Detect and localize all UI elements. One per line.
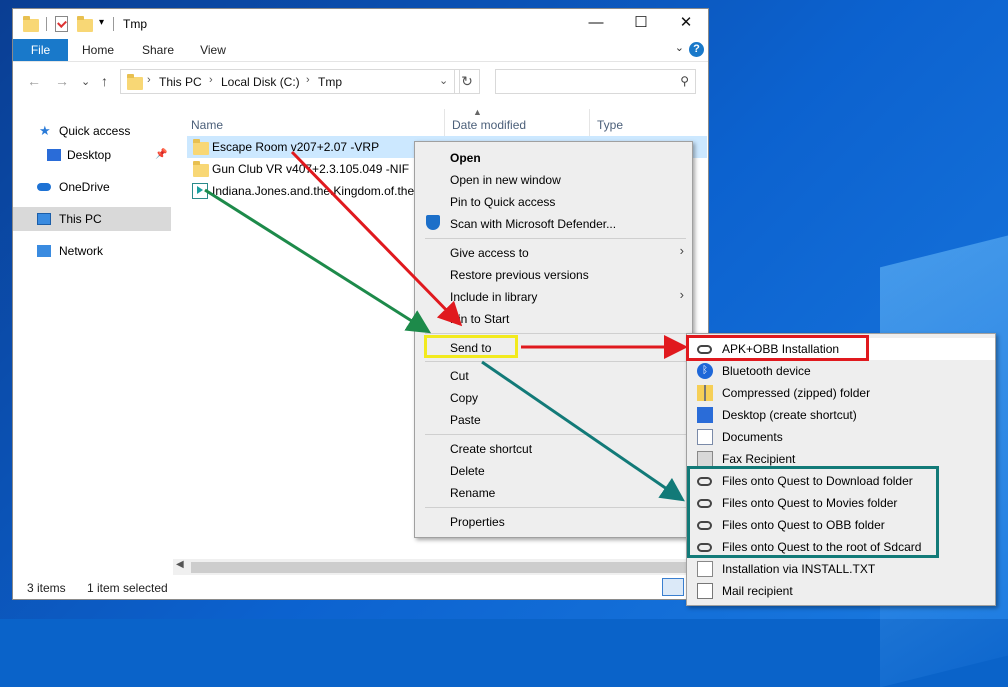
menu-pin-start[interactable]: Pin to Start — [450, 312, 509, 326]
column-name[interactable]: Name — [191, 118, 223, 132]
sendto-mail[interactable]: Mail recipient — [687, 580, 995, 602]
sendto-documents[interactable]: Documents — [687, 426, 995, 448]
menu-pin-quick-access[interactable]: Pin to Quick access — [450, 195, 555, 209]
address-bar[interactable]: › This PC › Local Disk (C:) › Tmp ⌄ — [120, 69, 460, 94]
nav-this-pc[interactable]: This PC — [13, 207, 171, 231]
ribbon-tabs: File Home Share View — [13, 39, 708, 61]
menu-restore-versions[interactable]: Restore previous versions — [450, 268, 589, 282]
column-headers: ▲ Name Date modified Type — [173, 101, 708, 137]
up-button[interactable]: ↑ — [101, 73, 108, 89]
title-bar: ▾ Tmp — ☐ ✕ — [13, 9, 708, 39]
breadcrumb-this-pc[interactable]: This PC — [159, 75, 202, 89]
pc-icon — [37, 213, 51, 225]
menu-include-library[interactable]: Include in library — [450, 290, 537, 304]
tab-file[interactable]: File — [13, 39, 68, 61]
nav-quick-access[interactable]: ★ Quick access — [13, 119, 171, 143]
scrollbar-thumb[interactable] — [191, 562, 691, 573]
search-icon: ⚲ — [680, 74, 689, 88]
menu-create-shortcut[interactable]: Create shortcut — [450, 442, 532, 456]
item-count: 3 items — [27, 581, 66, 595]
customize-qa-icon[interactable]: ▾ — [99, 17, 104, 28]
desktop-icon — [47, 149, 61, 161]
navigation-pane: ★ Quick access Desktop 📌 OneDrive This P… — [13, 101, 171, 571]
menu-open-new-window[interactable]: Open in new window — [450, 173, 561, 187]
menu-give-access[interactable]: Give access to — [450, 246, 529, 260]
nav-desktop[interactable]: Desktop 📌 — [13, 143, 171, 167]
tab-home[interactable]: Home — [73, 39, 123, 61]
navigation-bar: ← → ⌄ ↑ › This PC › Local Disk (C:) › Tm… — [13, 61, 708, 102]
expand-ribbon-icon[interactable]: ⌄ — [675, 41, 684, 54]
apk-obb-highlight-box — [686, 335, 869, 361]
media-file-icon — [192, 183, 208, 199]
horizontal-scrollbar[interactable]: ◀ — [173, 559, 708, 575]
column-date-modified[interactable]: Date modified — [452, 118, 526, 132]
submenu-chevron-icon: › — [679, 287, 684, 302]
folder-icon — [127, 74, 143, 90]
close-button[interactable]: ✕ — [663, 9, 708, 39]
folder-icon — [193, 139, 209, 155]
nav-network[interactable]: Network — [13, 239, 171, 263]
maximize-button[interactable]: ☐ — [618, 9, 664, 39]
cloud-icon — [37, 183, 51, 191]
star-icon: ★ — [39, 123, 51, 138]
fax-icon — [697, 451, 713, 467]
bluetooth-icon: ᛒ — [697, 363, 713, 379]
breadcrumb-local-disk[interactable]: Local Disk (C:) — [221, 75, 300, 89]
status-bar: 3 items 1 item selected — [13, 579, 708, 599]
sendto-desktop[interactable]: Desktop (create shortcut) — [687, 404, 995, 426]
search-input[interactable]: ⚲ — [495, 69, 696, 94]
sendto-bluetooth[interactable]: ᛒ Bluetooth device — [687, 360, 995, 382]
menu-rename[interactable]: Rename — [450, 486, 495, 500]
column-type[interactable]: Type — [597, 118, 623, 132]
address-history-icon[interactable]: ⌄ — [439, 74, 448, 87]
breadcrumb-tmp[interactable]: Tmp — [318, 75, 342, 89]
menu-delete[interactable]: Delete — [450, 464, 485, 478]
new-folder-icon[interactable] — [77, 16, 93, 32]
menu-properties[interactable]: Properties — [450, 515, 505, 529]
menu-cut[interactable]: Cut — [450, 369, 469, 383]
nav-onedrive[interactable]: OneDrive — [13, 175, 171, 199]
window-title: Tmp — [123, 17, 147, 31]
desktop-icon — [697, 407, 713, 423]
quest-files-highlight-box — [687, 466, 939, 558]
network-icon — [37, 245, 51, 257]
properties-icon[interactable] — [55, 16, 68, 32]
folder-icon — [193, 161, 209, 177]
send-to-highlight-box — [424, 335, 518, 358]
scroll-left-icon[interactable]: ◀ — [176, 559, 184, 570]
menu-paste[interactable]: Paste — [450, 413, 481, 427]
help-icon[interactable]: ? — [689, 42, 704, 57]
minimize-button[interactable]: — — [573, 9, 619, 39]
submenu-chevron-icon: › — [679, 338, 684, 353]
recent-locations-button[interactable]: ⌄ — [81, 75, 90, 88]
sendto-zip[interactable]: Compressed (zipped) folder — [687, 382, 995, 404]
pin-icon[interactable]: 📌 — [155, 143, 167, 167]
back-button[interactable]: ← — [27, 73, 41, 89]
mail-icon — [697, 583, 713, 599]
menu-scan-defender[interactable]: Scan with Microsoft Defender... — [450, 217, 616, 231]
menu-open[interactable]: Open — [450, 151, 481, 165]
selection-count: 1 item selected — [87, 581, 168, 595]
details-view-button[interactable] — [662, 578, 684, 596]
sort-ascending-icon: ▲ — [473, 107, 482, 117]
refresh-button[interactable]: ↻ — [454, 69, 480, 94]
folder-icon — [23, 16, 39, 32]
forward-button[interactable]: → — [55, 73, 69, 89]
submenu-chevron-icon: › — [679, 243, 684, 258]
menu-copy[interactable]: Copy — [450, 391, 478, 405]
text-file-icon — [697, 561, 713, 577]
sendto-install-txt[interactable]: Installation via INSTALL.TXT — [687, 558, 995, 580]
documents-icon — [697, 429, 713, 445]
zip-folder-icon — [697, 385, 713, 401]
tab-share[interactable]: Share — [133, 39, 183, 61]
defender-shield-icon — [426, 215, 440, 230]
tab-view[interactable]: View — [189, 39, 237, 61]
